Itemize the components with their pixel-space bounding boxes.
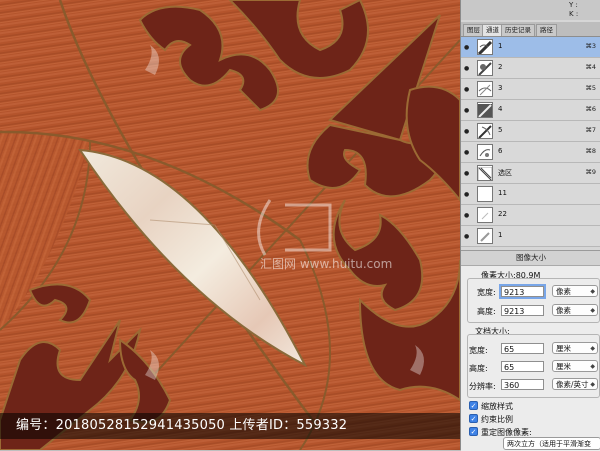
scale-styles-checkbox[interactable]: ✓: [469, 401, 478, 410]
channel-name: 2: [498, 63, 503, 71]
eye-icon[interactable]: ●: [464, 191, 472, 199]
chevron-down-icon: ◆: [590, 288, 595, 295]
tab-paths[interactable]: 路径: [536, 24, 557, 36]
image-size-dialog: 图像大小 像素大小:80.9M 宽度: 9213 像素 ◆ 高度: 9213 像素…: [461, 250, 600, 451]
eye-icon[interactable]: ●: [464, 44, 472, 52]
px-width-label: 宽度:: [477, 288, 496, 297]
channels-list: ● 1 ⌘3 ● 2 ⌘4 ● 3 ⌘5 ● 4 ⌘6 ● 5 ⌘7 ● 6 ⌘8 ● 选区 ⌘9 ● 11 ● 22 ● 1: [461, 37, 600, 247]
channel-name: 5: [498, 126, 503, 134]
eye-icon[interactable]: ●: [464, 107, 472, 115]
channel-shortcut: ⌘4: [585, 63, 596, 71]
watermark-brand: 汇图网 www.huitu.com: [260, 257, 392, 271]
channel-row[interactable]: ● 22: [461, 205, 600, 226]
channel-shortcut: ⌘3: [585, 42, 596, 50]
resolution-unit: 像素/英寸: [556, 380, 589, 389]
doc-height-unit-select[interactable]: 厘米 ◆: [552, 360, 598, 372]
channel-name: 22: [498, 210, 507, 218]
channel-name: 11: [498, 189, 507, 197]
channel-thumbnail: [477, 207, 493, 223]
channel-row[interactable]: ● 6 ⌘8: [461, 142, 600, 163]
channel-thumbnail: [477, 39, 493, 55]
doc-height-input[interactable]: 65: [501, 361, 544, 372]
image-canvas[interactable]: 汇图网 www.huitu.com 编号：2018052815294143505…: [0, 0, 460, 450]
eye-icon[interactable]: ●: [464, 128, 472, 136]
channel-row[interactable]: ● 4 ⌘6: [461, 100, 600, 121]
channel-thumbnail: [477, 60, 493, 76]
eye-icon[interactable]: ●: [464, 212, 472, 220]
channel-row[interactable]: ● 1: [461, 226, 600, 247]
chevron-down-icon: ◆: [590, 307, 595, 314]
channel-thumbnail: [477, 102, 493, 118]
px-height-label: 高度:: [477, 307, 496, 316]
parquet-tile-artwork: 汇图网 www.huitu.com: [0, 0, 460, 450]
info-k-label: K :: [569, 10, 579, 18]
dialog-title: 图像大小: [461, 251, 600, 266]
eye-icon[interactable]: ●: [464, 86, 472, 94]
doc-height-label: 高度:: [469, 364, 488, 373]
channel-shortcut: ⌘9: [585, 168, 596, 176]
tab-channels[interactable]: 通道: [482, 24, 503, 36]
channel-shortcut: ⌘5: [585, 84, 596, 92]
scale-styles-label: 缩放样式: [481, 402, 513, 411]
eye-icon[interactable]: ●: [464, 149, 472, 157]
resolution-unit-select[interactable]: 像素/英寸 ◆: [552, 378, 598, 390]
px-width-unit-select[interactable]: 像素 ◆: [552, 285, 598, 297]
doc-width-input[interactable]: 65: [501, 343, 544, 354]
eye-icon[interactable]: ●: [464, 170, 472, 178]
image-id-caption: 编号：20180528152941435050 上传者ID：559332: [0, 413, 460, 439]
channel-row[interactable]: ● 1 ⌘3: [461, 37, 600, 58]
chevron-down-icon: ◆: [590, 363, 595, 370]
eye-icon[interactable]: ●: [464, 65, 472, 73]
channel-shortcut: ⌘8: [585, 147, 596, 155]
px-width-input[interactable]: 9213: [499, 284, 546, 299]
px-width-unit: 像素: [556, 287, 571, 296]
doc-width-label: 宽度:: [469, 346, 488, 355]
px-height-input[interactable]: 9213: [501, 305, 544, 316]
resolution-input[interactable]: 360: [501, 379, 544, 390]
channel-name: 1: [498, 42, 503, 50]
constrain-proportions-label: 约束比例: [481, 415, 513, 424]
photoshop-panels: Y : K : 图层 通道 历史记录 路径 ● 1 ⌘3 ● 2 ⌘4 ● 3 ⌘5 ● 4 ⌘6 ● 5…: [460, 0, 600, 451]
channel-name: 6: [498, 147, 503, 155]
resample-method-select[interactable]: 两次立方（适用于平滑渐变: [503, 437, 600, 450]
channel-thumbnail: [477, 144, 493, 160]
px-height-unit-select[interactable]: 像素 ◆: [552, 304, 598, 316]
channel-name: 3: [498, 84, 503, 92]
channel-thumbnail: [477, 165, 493, 181]
channel-name: 选区: [498, 169, 512, 177]
channel-row[interactable]: ● 2 ⌘4: [461, 58, 600, 79]
channel-name: 1: [498, 231, 503, 239]
channel-shortcut: ⌘6: [585, 105, 596, 113]
channel-thumbnail: [477, 123, 493, 139]
channel-row[interactable]: ● 选区 ⌘9: [461, 163, 600, 184]
resolution-label: 分辨率:: [469, 382, 496, 391]
info-y-label: Y :: [569, 1, 578, 9]
caption-text: 编号：20180528152941435050 上传者ID：559332: [16, 418, 348, 433]
channel-row[interactable]: ● 11: [461, 184, 600, 205]
chevron-down-icon: ◆: [590, 381, 595, 388]
chevron-down-icon: ◆: [590, 345, 595, 352]
resample-checkbox[interactable]: ✓: [469, 427, 478, 436]
tab-layers[interactable]: 图层: [463, 24, 484, 36]
channel-name: 4: [498, 105, 503, 113]
tab-history[interactable]: 历史记录: [501, 24, 535, 36]
info-panel: Y : K :: [461, 0, 600, 20]
doc-width-unit-select[interactable]: 厘米 ◆: [552, 342, 598, 354]
channel-thumbnail: [477, 186, 493, 202]
channel-thumbnail: [477, 81, 493, 97]
constrain-proportions-checkbox[interactable]: ✓: [469, 414, 478, 423]
doc-height-unit: 厘米: [556, 362, 571, 371]
channel-shortcut: ⌘7: [585, 126, 596, 134]
channel-row[interactable]: ● 5 ⌘7: [461, 121, 600, 142]
doc-width-unit: 厘米: [556, 344, 571, 353]
eye-icon[interactable]: ●: [464, 233, 472, 241]
px-height-unit: 像素: [556, 306, 571, 315]
channel-row[interactable]: ● 3 ⌘5: [461, 79, 600, 100]
channel-thumbnail: [477, 228, 493, 244]
panel-tabs: 图层 通道 历史记录 路径: [461, 22, 600, 37]
